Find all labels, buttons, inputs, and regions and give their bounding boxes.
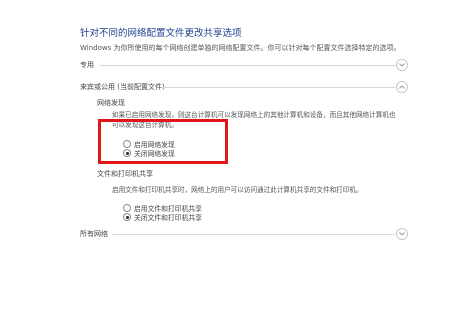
radio-disable-file-sharing[interactable]: 关闭文件和打印机共享 [123, 212, 202, 222]
section-all-networks-label: 所有网络 [80, 230, 108, 238]
chevron-down-icon[interactable] [396, 59, 408, 71]
page-title: 针对不同的网络配置文件更改共享选项 [80, 28, 242, 39]
chevron-up-icon[interactable] [396, 81, 408, 93]
section-private[interactable]: 专用 [80, 58, 410, 74]
chevron-down-icon[interactable] [396, 228, 408, 240]
radio-button[interactable] [123, 204, 131, 212]
section-current-label: 来宾或公用 (当前配置文件) [80, 83, 165, 91]
section-current[interactable]: 来宾或公用 (当前配置文件) [80, 80, 410, 96]
file-printer-sharing-heading: 文件和打印机共享 [97, 170, 153, 178]
radio-label: 关闭文件和打印机共享 [134, 214, 202, 222]
section-private-label: 专用 [80, 61, 94, 69]
highlight-box [98, 119, 228, 164]
radio-button-selected[interactable] [123, 213, 131, 221]
divider [100, 65, 395, 66]
network-discovery-heading: 网络发现 [97, 99, 125, 107]
page-description: Windows 为你所使用的每个网络创建单独的网络配置文件。你可以针对每个配置文… [80, 44, 401, 52]
file-printer-sharing-description: 启用文件和打印机共享时，网络上的用户可以访问通过此计算机共享的文件和打印机。 [112, 186, 363, 194]
divider [162, 87, 395, 88]
divider [112, 234, 395, 235]
section-all-networks[interactable]: 所有网络 [80, 227, 410, 243]
